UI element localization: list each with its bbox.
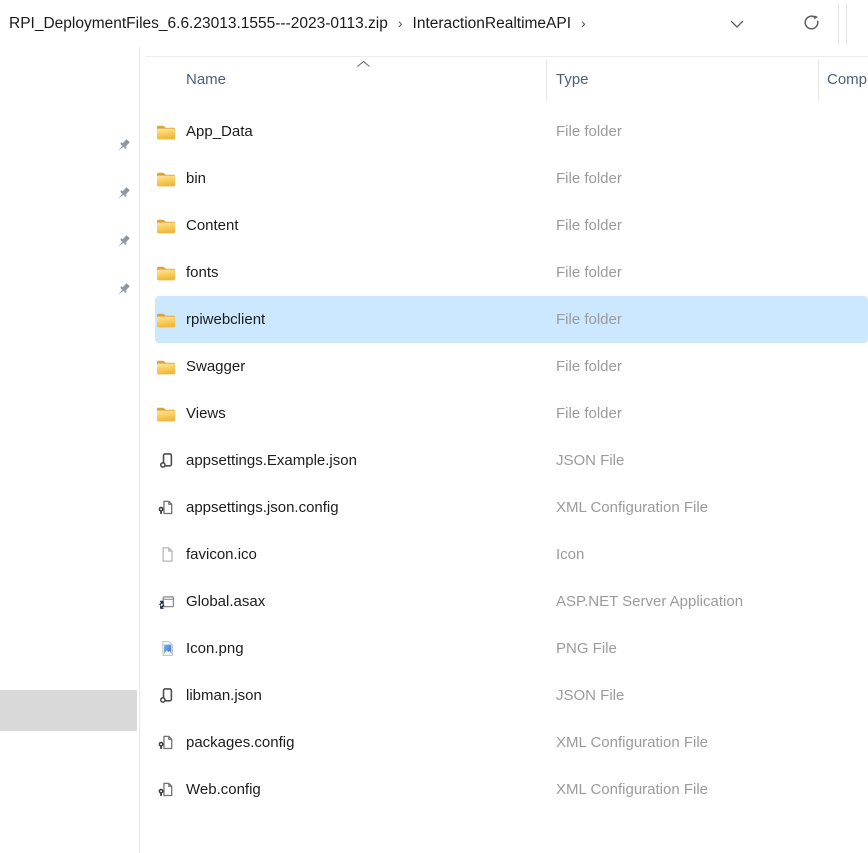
file-row[interactable]: bin File folder bbox=[155, 155, 868, 202]
breadcrumb-item-folder[interactable]: InteractionRealtimeAPI bbox=[413, 15, 572, 33]
file-type: File folder bbox=[556, 217, 622, 234]
file-name: libman.json bbox=[186, 687, 556, 704]
file-row[interactable]: rpiwebclient File folder bbox=[155, 296, 868, 343]
file-list: App_Data File folder bin File folder Con… bbox=[140, 108, 868, 813]
file-type: XML Configuration File bbox=[556, 499, 708, 516]
file-row[interactable]: favicon.ico Icon bbox=[155, 531, 868, 578]
breadcrumb-separator-icon[interactable]: › bbox=[581, 15, 586, 31]
pin-icon[interactable] bbox=[114, 233, 132, 251]
file-type: JSON File bbox=[556, 452, 624, 469]
file-type: File folder bbox=[556, 123, 622, 140]
file-row[interactable]: Web.config XML Configuration File bbox=[155, 766, 868, 813]
refresh-button[interactable] bbox=[797, 10, 825, 38]
file-type: File folder bbox=[556, 264, 622, 281]
file-name: appsettings.Example.json bbox=[186, 452, 556, 469]
json-icon bbox=[156, 452, 176, 470]
file-name: Content bbox=[186, 217, 556, 234]
pin-icon[interactable] bbox=[114, 281, 132, 299]
content-divider bbox=[145, 56, 868, 57]
file-type: File folder bbox=[556, 405, 622, 422]
navigation-pane bbox=[0, 47, 140, 853]
chevron-down-icon bbox=[730, 17, 744, 32]
file-row[interactable]: appsettings.Example.json JSON File bbox=[155, 437, 868, 484]
file-name: bin bbox=[186, 170, 556, 187]
file-type: PNG File bbox=[556, 640, 617, 657]
file-row[interactable]: fonts File folder bbox=[155, 249, 868, 296]
search-box-left-edge bbox=[846, 3, 847, 44]
file-name: packages.config bbox=[186, 734, 556, 751]
doc-icon bbox=[156, 546, 176, 564]
file-type: XML Configuration File bbox=[556, 781, 708, 798]
config-icon bbox=[156, 734, 176, 752]
file-list-panel: Name Type Comp App_Data File folder bin … bbox=[140, 47, 868, 853]
config-icon bbox=[156, 781, 176, 799]
breadcrumb-item-zip[interactable]: RPI_DeploymentFiles_6.6.23013.1555---202… bbox=[9, 15, 388, 33]
aspnet-icon bbox=[156, 593, 176, 611]
file-row[interactable]: App_Data File folder bbox=[155, 108, 868, 155]
address-dropdown-button[interactable] bbox=[723, 10, 751, 38]
file-row[interactable]: Content File folder bbox=[155, 202, 868, 249]
file-row[interactable]: libman.json JSON File bbox=[155, 672, 868, 719]
folder-icon bbox=[156, 170, 176, 188]
file-row[interactable]: appsettings.json.config XML Configuratio… bbox=[155, 484, 868, 531]
column-header-name[interactable]: Name bbox=[186, 71, 226, 88]
breadcrumb-separator-icon[interactable]: › bbox=[398, 15, 403, 31]
file-type: JSON File bbox=[556, 687, 624, 704]
file-row[interactable]: Views File folder bbox=[155, 390, 868, 437]
sort-ascending-caret-icon bbox=[355, 56, 372, 74]
file-name: Views bbox=[186, 405, 556, 422]
file-type: File folder bbox=[556, 311, 622, 328]
file-name: App_Data bbox=[186, 123, 556, 140]
address-bar: RPI_DeploymentFiles_6.6.23013.1555---202… bbox=[0, 0, 868, 48]
breadcrumb: RPI_DeploymentFiles_6.6.23013.1555---202… bbox=[9, 0, 596, 47]
folder-icon bbox=[156, 405, 176, 423]
column-header-type[interactable]: Type bbox=[556, 71, 589, 88]
folder-icon bbox=[156, 217, 176, 235]
file-name: rpiwebclient bbox=[186, 311, 556, 328]
folder-icon bbox=[156, 123, 176, 141]
file-name: Global.asax bbox=[186, 593, 556, 610]
nav-item-highlight bbox=[0, 690, 137, 731]
file-name: fonts bbox=[186, 264, 556, 281]
file-row[interactable]: Icon.png PNG File bbox=[155, 625, 868, 672]
column-header-compressed-size[interactable]: Comp bbox=[827, 71, 868, 88]
file-type: File folder bbox=[556, 358, 622, 375]
image-icon bbox=[156, 640, 176, 658]
column-divider[interactable] bbox=[546, 60, 547, 101]
address-bar-right-border bbox=[838, 3, 839, 44]
config-icon bbox=[156, 499, 176, 517]
file-name: appsettings.json.config bbox=[186, 499, 556, 516]
pin-icon[interactable] bbox=[114, 185, 132, 203]
pin-icon[interactable] bbox=[114, 137, 132, 155]
folder-icon bbox=[156, 311, 176, 329]
file-name: favicon.ico bbox=[186, 546, 556, 563]
file-name: Icon.png bbox=[186, 640, 556, 657]
file-name: Web.config bbox=[186, 781, 556, 798]
json-icon bbox=[156, 687, 176, 705]
file-type: Icon bbox=[556, 546, 584, 563]
file-type: ASP.NET Server Application bbox=[556, 593, 743, 610]
folder-icon bbox=[156, 358, 176, 376]
file-type: XML Configuration File bbox=[556, 734, 708, 751]
file-row[interactable]: packages.config XML Configuration File bbox=[155, 719, 868, 766]
file-name: Swagger bbox=[186, 358, 556, 375]
folder-icon bbox=[156, 264, 176, 282]
file-type: File folder bbox=[556, 170, 622, 187]
file-row[interactable]: Swagger File folder bbox=[155, 343, 868, 390]
column-divider[interactable] bbox=[818, 60, 819, 101]
file-row[interactable]: Global.asax ASP.NET Server Application bbox=[155, 578, 868, 625]
file-explorer-window: RPI_DeploymentFiles_6.6.23013.1555---202… bbox=[0, 0, 868, 853]
refresh-icon bbox=[801, 12, 822, 36]
